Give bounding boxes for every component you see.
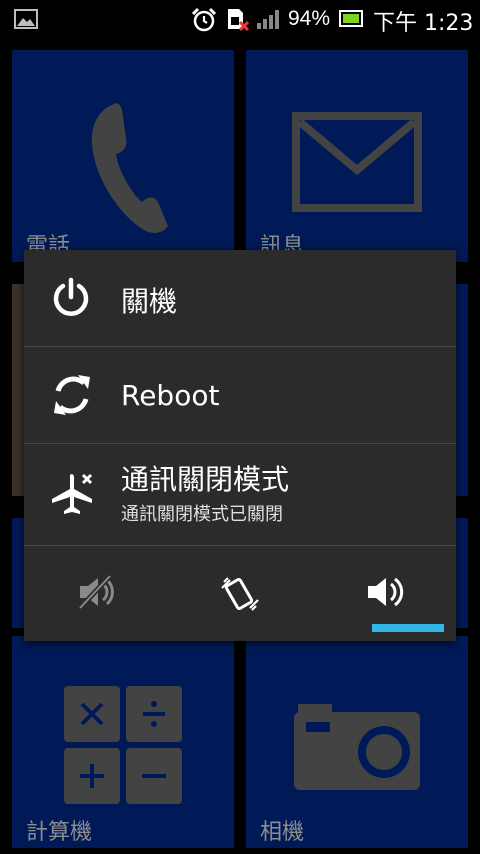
speaker-icon bbox=[368, 577, 404, 607]
battery-percent: 94% bbox=[288, 7, 331, 30]
airplane-icon bbox=[52, 473, 93, 514]
battery-icon bbox=[339, 10, 363, 27]
airplane-mode-item[interactable]: 通訊關閉模式 通訊關閉模式已關閉 bbox=[24, 444, 456, 545]
power-icon bbox=[53, 277, 89, 316]
airplane-mode-status: 通訊關閉模式已關閉 bbox=[121, 504, 283, 525]
power-menu-dialog: 關機 Reboot 通訊關閉模式 通訊關閉模式已關閉 bbox=[24, 250, 456, 641]
reboot-icon bbox=[54, 375, 90, 415]
image-icon bbox=[14, 9, 38, 29]
vibrate-icon bbox=[221, 577, 259, 611]
silent-mode-button[interactable] bbox=[24, 546, 168, 641]
signal-icon bbox=[257, 10, 279, 29]
alarm-icon bbox=[191, 7, 217, 32]
power-off-item[interactable]: 關機 bbox=[24, 250, 456, 346]
status-bar: 94% 下午 1:23 bbox=[0, 0, 480, 40]
vibrate-mode-button[interactable] bbox=[168, 546, 312, 641]
sim-missing-icon bbox=[228, 9, 249, 32]
clock: 下午 1:23 bbox=[373, 11, 474, 36]
selected-mode-indicator bbox=[372, 624, 444, 632]
airplane-mode-label: 通訊關閉模式 bbox=[121, 463, 290, 496]
power-off-label: 關機 bbox=[121, 285, 178, 318]
silent-icon bbox=[78, 574, 114, 610]
reboot-label: Reboot bbox=[121, 379, 220, 412]
reboot-item[interactable]: Reboot bbox=[24, 347, 456, 443]
